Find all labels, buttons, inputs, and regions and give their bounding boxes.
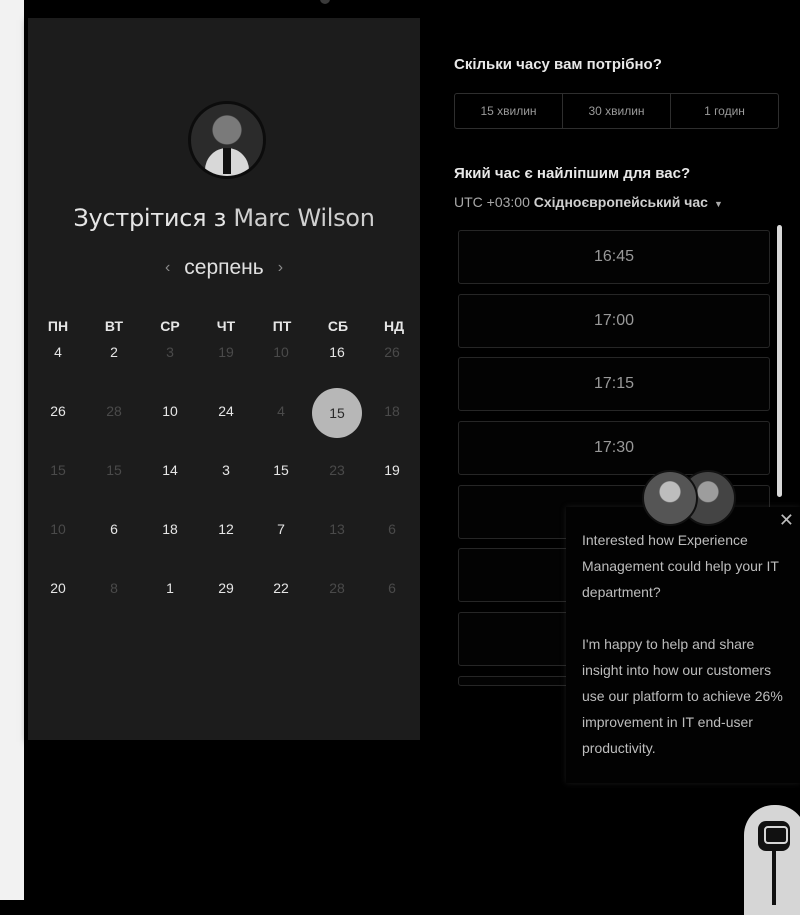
duration-option-1h[interactable]: 1 годин (671, 94, 778, 128)
month-label: серпень (184, 256, 264, 279)
duration-selector: 15 хвилин 30 хвилин 1 годин (454, 93, 779, 129)
calendar-day: 8 (110, 580, 118, 596)
page-left-margin (0, 0, 24, 900)
meeting-title-prefix: Зустрітися з (73, 204, 227, 232)
time-slot[interactable]: 17:15 (458, 357, 770, 411)
calendar-day[interactable]: 6 (94, 521, 134, 541)
calendar-day: 10 (273, 344, 289, 360)
calendar-day: 19 (218, 344, 234, 360)
avatar-tie (223, 148, 231, 174)
chat-popup: ✕ Interested how Experience Management c… (566, 507, 800, 783)
calendar-day[interactable]: 26 (38, 403, 78, 423)
chat-agent-avatar (642, 470, 698, 526)
calendar-day[interactable]: 1 (150, 580, 190, 600)
chat-paragraph: I'm happy to help and share insight into… (582, 636, 783, 756)
launcher-stem (772, 849, 776, 905)
chat-paragraph: Interested how Experience Management cou… (582, 532, 779, 600)
timezone-selector[interactable]: UTC +03:00 Східноєвропейський час ▼ (454, 194, 723, 210)
timezone-offset: UTC +03:00 (454, 194, 530, 210)
slots-scrollbar[interactable] (777, 225, 782, 497)
calendar-day[interactable]: 22 (261, 580, 301, 600)
calendar-day[interactable]: 29 (206, 580, 246, 600)
top-indicator (320, 0, 330, 4)
calendar-day: 15 (106, 462, 122, 478)
calendar-day[interactable]: 7 (261, 521, 301, 541)
calendar-day: 28 (106, 403, 122, 419)
meeting-title: Зустрітися з Marc Wilson (28, 204, 420, 232)
chat-launcher-button[interactable] (744, 805, 800, 915)
time-slot[interactable]: 16:45 (458, 230, 770, 284)
calendar-day: 15 (50, 462, 66, 478)
month-navigation: ‹ серпень › (28, 256, 420, 280)
calendar-day[interactable]: 10 (150, 403, 190, 423)
calendar-day[interactable]: 3 (206, 462, 246, 482)
weekday-header: ПН ВТ СР ЧТ ПТ СБ НД (47, 318, 405, 334)
chat-agent-avatars (642, 470, 736, 526)
time-slot[interactable]: 17:30 (458, 421, 770, 475)
next-month-icon[interactable]: › (278, 259, 283, 276)
calendar-day: 6 (388, 580, 396, 596)
calendar-day: 10 (50, 521, 66, 537)
calendar-day-selected[interactable]: 15 (312, 388, 362, 438)
time-question: Який час є найліпшим для вас? (454, 165, 691, 182)
timezone-name: Східноєвропейський час (533, 194, 708, 210)
duration-option-15min[interactable]: 15 хвилин (455, 94, 563, 128)
calendar-day[interactable]: 2 (94, 344, 134, 364)
top-bar (24, 0, 800, 18)
calendar-day: 4 (277, 403, 285, 419)
chevron-down-icon: ▼ (713, 199, 723, 209)
prev-month-icon[interactable]: ‹ (165, 259, 170, 276)
calendar-day[interactable]: 4 (38, 344, 78, 364)
calendar-day[interactable]: 12 (206, 521, 246, 541)
calendar-day[interactable]: 19 (372, 462, 412, 482)
duration-question: Скільки часу вам потрібно? (454, 56, 662, 73)
calendar-panel: Зустрітися з Marc Wilson ‹ серпень › ПН ВТ… (28, 18, 420, 740)
chat-message: Interested how Experience Management cou… (582, 527, 788, 787)
calendar-day: 6 (388, 521, 396, 537)
calendar-day[interactable]: 15 (261, 462, 301, 482)
calendar-day[interactable]: 20 (38, 580, 78, 600)
calendar-day[interactable]: 16 (317, 344, 357, 364)
calendar-day: 13 (329, 521, 345, 537)
host-avatar (188, 101, 266, 179)
duration-option-30min[interactable]: 30 хвилин (563, 94, 671, 128)
calendar-day: 18 (384, 403, 400, 419)
calendar-day[interactable]: 18 (150, 521, 190, 541)
host-name: Marc Wilson (233, 204, 375, 232)
calendar-day: 26 (384, 344, 400, 360)
chat-bubble-icon (758, 821, 790, 851)
time-slot[interactable]: 17:00 (458, 294, 770, 348)
calendar-day: 23 (329, 462, 345, 478)
calendar-day[interactable]: 24 (206, 403, 246, 423)
calendar-day: 3 (166, 344, 174, 360)
calendar-day[interactable]: 14 (150, 462, 190, 482)
calendar-day: 28 (329, 580, 345, 596)
